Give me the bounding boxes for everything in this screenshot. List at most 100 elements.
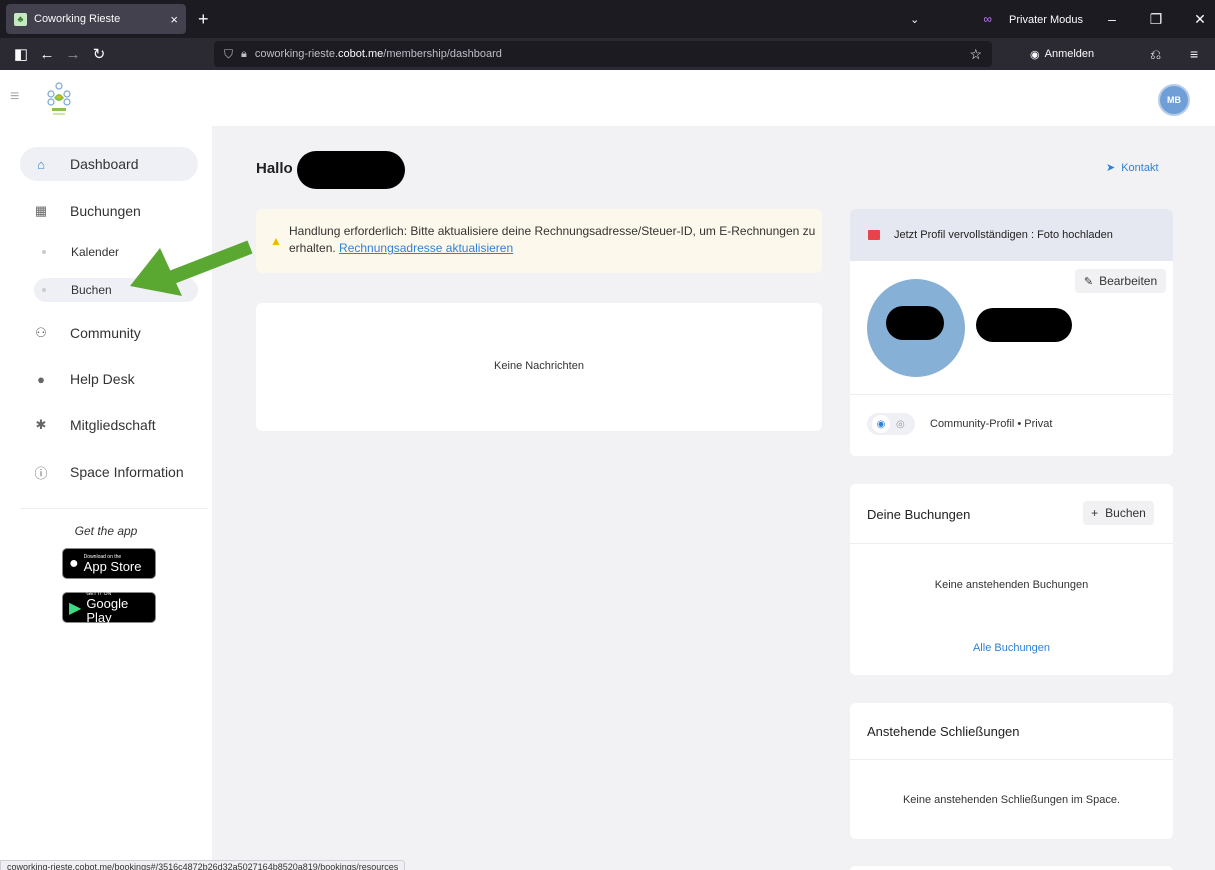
- sidebar-subitem-kalender[interactable]: Kalender: [34, 240, 198, 264]
- url-host: cobot.me: [338, 48, 384, 60]
- add-booking-button[interactable]: + Buchen: [1083, 501, 1154, 525]
- no-messages-text: Keine Nachrichten: [494, 360, 584, 372]
- private-mode-indicator: ∞ Privater Modus: [969, 12, 1083, 26]
- info-icon: ⓘ: [34, 465, 48, 481]
- sidebar-item-buchungen[interactable]: ▦ Buchungen: [20, 194, 198, 228]
- account-icon: ◉: [1030, 48, 1040, 61]
- google-play-badge[interactable]: ▶ GET IT ON Google Play: [62, 591, 156, 625]
- calendar-icon: ▦: [34, 203, 48, 218]
- sidebar-item-label: Mitgliedschaft: [70, 417, 156, 433]
- url-path: /membership/dashboard: [383, 48, 502, 60]
- sidebar-item-dashboard[interactable]: ⌂ Dashboard: [20, 147, 198, 181]
- kontakt-label: Kontakt: [1121, 161, 1159, 174]
- add-booking-label: Buchen: [1105, 506, 1146, 520]
- greeting-heading: Hallo: [256, 160, 293, 177]
- window-controls: ⌄ ∞ Privater Modus – ❐ ✕: [896, 11, 1215, 28]
- browser-tab[interactable]: ♣ Coworking Rieste ×: [6, 4, 186, 34]
- sidebar-item-mitgliedschaft[interactable]: ✱ Mitgliedschaft: [20, 408, 198, 442]
- sidebar-item-community[interactable]: ⚇ Community: [20, 316, 198, 350]
- sidebar-item-label: Help Desk: [70, 371, 135, 387]
- redacted-name: [297, 151, 405, 189]
- status-bar-url: coworking-rieste.cobot.me/bookings#/3516…: [0, 860, 406, 870]
- url-prefix: coworking-rieste.: [254, 48, 339, 60]
- apple-icon: ●: [69, 554, 79, 572]
- card-divider: [850, 543, 1173, 544]
- privacy-status: Community-Profil • Privat: [930, 418, 1053, 430]
- account-button[interactable]: ◉ Anmelden: [1030, 48, 1094, 61]
- sidebar-item-label: Dashboard: [70, 156, 139, 172]
- user-avatar[interactable]: MB: [1158, 84, 1190, 116]
- sidebar-subitem-label: Buchen: [71, 283, 112, 297]
- card-divider: [850, 759, 1173, 760]
- sidebar-subitem-buchen[interactable]: Buchen: [34, 278, 198, 302]
- play-icon: ▶: [69, 599, 82, 617]
- sidebar-item-help-desk[interactable]: ● Help Desk: [20, 362, 198, 396]
- plus-icon: +: [1091, 506, 1099, 520]
- all-bookings-link[interactable]: Alle Buchungen: [973, 642, 1050, 654]
- gear-icon: ✱: [35, 417, 47, 432]
- forward-icon[interactable]: →: [60, 46, 86, 63]
- reload-icon[interactable]: ↻: [86, 45, 112, 63]
- profile-complete-banner[interactable]: Jetzt Profil vervollständigen : Foto hoc…: [850, 209, 1173, 261]
- browser-nav-bar: ◧ ← → ↻ ⛉ 🔒︎ coworking-rieste. cobot.me/m…: [0, 38, 1215, 70]
- paper-plane-icon: ➤: [1106, 162, 1116, 174]
- tab-close-icon[interactable]: ×: [170, 12, 178, 27]
- tab-list-icon[interactable]: ⌄: [910, 13, 919, 26]
- get-app-label: Get the app: [74, 524, 138, 538]
- new-tab-button[interactable]: +: [198, 9, 209, 30]
- sidebar-divider: [20, 508, 208, 509]
- all-bookings-wrap: Alle Buchungen: [850, 642, 1173, 654]
- profile-card: Jetzt Profil vervollständigen : Foto hoc…: [850, 209, 1173, 456]
- card-divider: [850, 394, 1173, 395]
- sidebar: ⌂ Dashboard ▦ Buchungen Kalender Buchen …: [0, 126, 212, 870]
- sidebar-item-label: Space Information: [70, 464, 184, 480]
- sidebar-subitem-label: Kalender: [71, 245, 120, 259]
- menu-icon[interactable]: ≡: [1190, 46, 1198, 62]
- google-play-large-text: Google Play: [86, 595, 129, 625]
- minimize-icon[interactable]: –: [1097, 11, 1127, 27]
- bookmark-star-icon[interactable]: ☆: [969, 46, 982, 63]
- visibility-toggle[interactable]: ◉ ◎: [867, 413, 915, 435]
- coworking-logo[interactable]: [44, 80, 74, 118]
- account-label: Anmelden: [1044, 48, 1095, 60]
- tab-title: Coworking Rieste: [34, 13, 121, 25]
- private-mode-label: Privater Modus: [1009, 14, 1083, 26]
- bullet-icon: [42, 250, 46, 254]
- chat-icon: ●: [37, 371, 45, 387]
- bookings-card: Deine Buchungen + Buchen Keine anstehend…: [850, 484, 1173, 675]
- kontakt-link[interactable]: ➤ Kontakt: [1106, 161, 1159, 175]
- app-header: ≡ MB: [0, 70, 1215, 126]
- edit-profile-button[interactable]: ✎ Bearbeiten: [1075, 269, 1166, 293]
- back-icon[interactable]: ←: [34, 46, 60, 63]
- app-store-badge[interactable]: ● Download on the App Store: [62, 548, 156, 579]
- url-bar[interactable]: ⛉ 🔒︎ coworking-rieste. cobot.me/membershi…: [214, 41, 992, 67]
- closures-card: Anstehende Schließungen Keine anstehende…: [850, 703, 1173, 839]
- sidebar-toggle-icon[interactable]: ◧: [8, 45, 34, 63]
- edit-label: Bearbeiten: [1099, 274, 1158, 288]
- browser-tab-bar: ♣ Coworking Rieste × + ⌄ ∞ Privater Modu…: [0, 0, 1215, 38]
- redacted-avatar-initials: [886, 306, 944, 340]
- edit-icon: ✎: [1083, 275, 1094, 288]
- next-card-partial: [850, 866, 1173, 870]
- close-window-icon[interactable]: ✕: [1185, 11, 1215, 28]
- sidebar-item-label: Buchungen: [70, 203, 141, 219]
- extensions-icon[interactable]: ⎌: [1150, 46, 1161, 63]
- hamburger-icon[interactable]: ≡: [10, 88, 19, 106]
- shield-icon[interactable]: ⛉: [224, 47, 233, 62]
- warning-icon: ▲: [270, 234, 282, 248]
- sidebar-item-space-information[interactable]: ⓘ Space Information: [20, 455, 198, 489]
- update-billing-address-link[interactable]: Rechnungsadresse aktualisieren: [339, 241, 513, 255]
- sidebar-item-label: Community: [70, 325, 141, 341]
- home-icon: ⌂: [37, 156, 45, 172]
- image-icon: [868, 230, 880, 240]
- messages-card: Keine Nachrichten: [256, 303, 822, 431]
- private-mask-icon: ∞: [983, 12, 992, 26]
- action-required-alert: ▲ Handlung erforderlich: Bitte aktualisi…: [256, 209, 822, 273]
- restore-icon[interactable]: ❐: [1141, 11, 1171, 28]
- users-icon: ⚇: [35, 325, 47, 340]
- closures-title: Anstehende Schließungen: [867, 724, 1020, 739]
- bullet-icon: [42, 288, 46, 292]
- lock-icon[interactable]: 🔒︎: [241, 48, 247, 61]
- no-bookings-text: Keine anstehenden Buchungen: [934, 579, 1089, 591]
- bookings-title: Deine Buchungen: [867, 507, 971, 522]
